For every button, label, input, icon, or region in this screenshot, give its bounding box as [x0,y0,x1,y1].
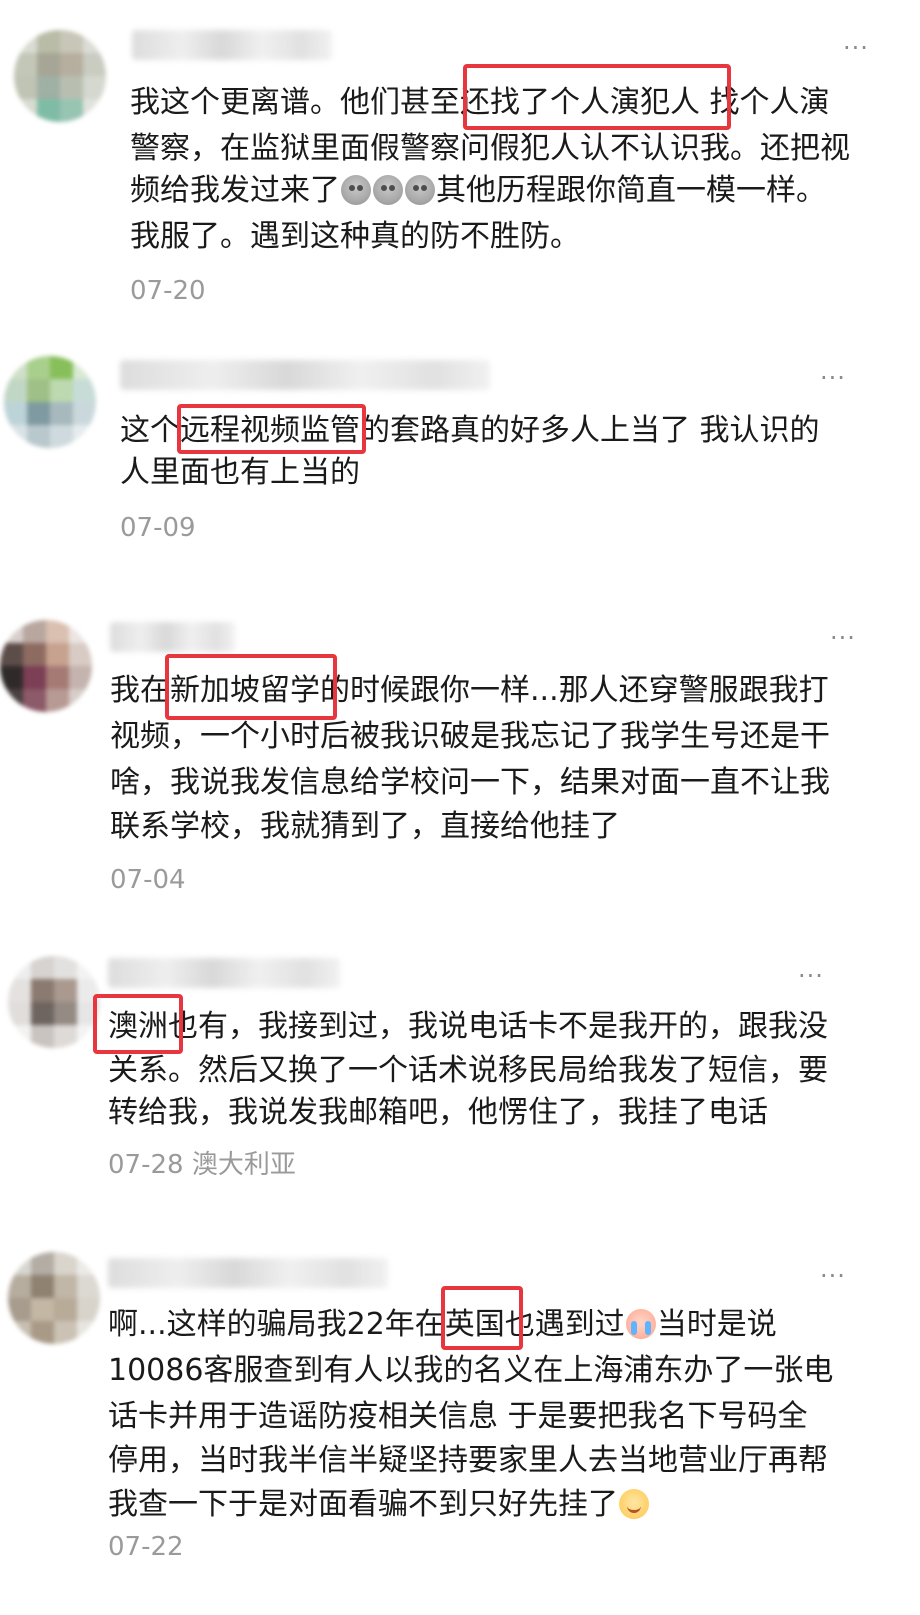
weary-face-icon [373,175,403,205]
username-blurred[interactable] [108,1258,388,1288]
comment-text-line: 警察，在监狱里面假警察问假犯人认不认识我。还把视 [130,131,850,166]
username-blurred[interactable] [132,30,332,60]
comment-text-line: 人里面也有上当的 [120,455,360,490]
username-blurred[interactable] [120,360,490,390]
avatar[interactable] [4,356,96,448]
more-options-icon[interactable]: ··· [798,964,824,988]
comment-text-fragment: 频给我发过来了 [130,173,340,208]
comment-location: 澳大利亚 [191,1150,296,1180]
comment-text-line: 关系。然后又换了一个话术说移民局给我发了短信，要 [108,1053,828,1088]
comment-date: 07-22 [108,1532,184,1562]
comment-item: ··· 澳洲也有，我接到过，我说电话卡不是我开的，跟我没 关系。然后又换了一个话… [0,930,920,1220]
more-options-icon[interactable]: ··· [820,366,846,390]
comment-text-line: 转给我，我说发我邮箱吧，他愣住了，我挂了电话 [108,1095,768,1130]
comment-text-line: 澳洲也有，我接到过，我说电话卡不是我开的，跟我没 [108,1009,828,1044]
weary-face-icon [405,175,435,205]
more-options-icon[interactable]: ··· [820,1264,846,1288]
weary-face-icon [341,175,371,205]
comment-date: 07-28 澳大利亚 [108,1150,296,1180]
smiling-face-icon [619,1489,649,1519]
highlight-box [93,994,183,1054]
comment-item: ··· 我这个更离谱。他们甚至还找了个人演犯人 找个人演 警察，在监狱里面假警察… [0,0,920,320]
highlight-box [441,1286,523,1350]
comment-text-fragment: 当时是说 [656,1307,777,1342]
comment-text-fragment: 啊...这样的骗局我22年在英国也遇到过 [108,1307,625,1342]
comment-text-fragment: 其他历程跟你简直一模一样。 [436,173,826,208]
comment-date: 07-09 [120,513,196,543]
avatar[interactable] [8,956,100,1048]
more-options-icon[interactable]: ··· [830,626,856,650]
comment-text-line: 话卡并用于造谣防疫相关信息 于是要把我名下号码全 [108,1399,808,1434]
crying-face-icon [625,1309,656,1339]
avatar[interactable] [8,1252,100,1344]
comment-text-line: 啥，我说我发信息给学校问一下，结果对面一直不让我 [110,765,830,800]
username-blurred[interactable] [108,958,340,988]
username-blurred[interactable] [110,622,235,652]
comment-item: ··· 我在新加坡留学的时候跟你一样...那人还穿警服跟我打 视频，一个小时后被… [0,590,920,910]
comment-date: 07-04 [110,865,186,895]
comment-text-line: 我服了。遇到这种真的防不胜防。 [130,219,580,254]
comment-text-line: 联系学校，我就猜到了，直接给他挂了 [110,809,620,844]
comment-item: ··· 啊...这样的骗局我22年在英国也遇到过 当时是说 10086客服查到有人… [0,1230,920,1615]
comment-text-line: 视频，一个小时后被我识破是我忘记了我学生号还是干 [110,719,830,754]
comment-text-line: 10086客服查到有人以我的名义在上海浦东办了一张电 [108,1353,834,1388]
comment-date: 07-28 [108,1150,184,1180]
highlight-box [463,64,731,130]
comment-text-line: 停用，当时我半信半疑坚持要家里人去当地营业厅再帮 [108,1443,828,1478]
highlight-box [165,654,337,720]
more-options-icon[interactable]: ··· [843,36,869,60]
comment-item: ··· 这个远程视频监管的套路真的好多人上当了 我认识的 人里面也有上当的 07… [0,330,920,570]
comment-date: 07-20 [130,276,206,306]
avatar[interactable] [14,30,106,122]
highlight-box [177,404,366,454]
comment-text-fragment: 我查一下于是对面看骗不到只好先挂了 [108,1487,618,1522]
comment-text-line: 频给我发过来了 其他历程跟你简直一模一样。 [130,168,826,214]
comment-text-line: 我查一下于是对面看骗不到只好先挂了 [108,1482,650,1528]
avatar[interactable] [0,620,92,712]
